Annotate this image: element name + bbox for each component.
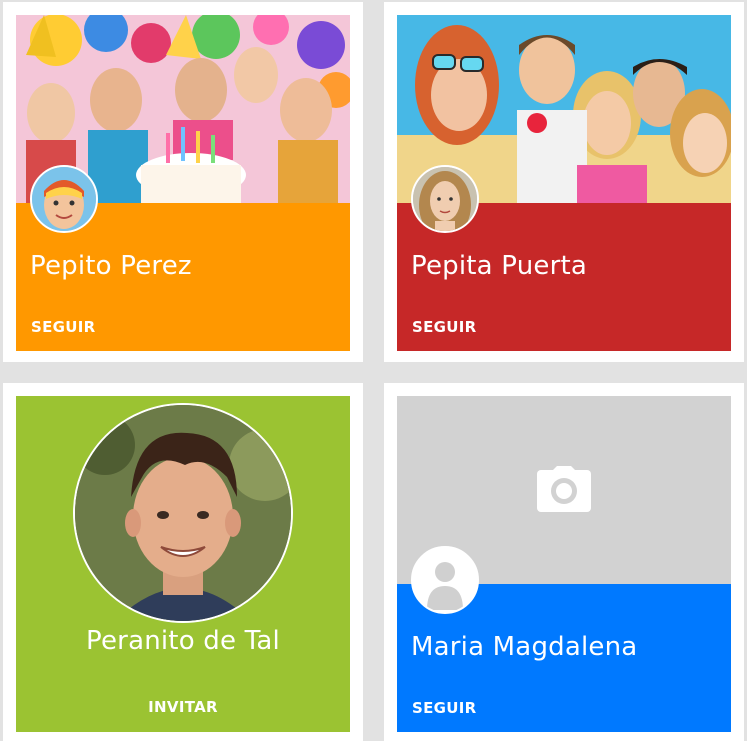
- profile-card-maria: Maria Magdalena SEGUIR: [384, 383, 744, 741]
- avatar[interactable]: [30, 165, 98, 233]
- avatar[interactable]: [411, 546, 479, 614]
- profile-name: Pepita Puerta: [411, 251, 587, 281]
- profile-card-pepita: Pepita Puerta SEGUIR: [384, 2, 744, 362]
- young-man-portrait-avatar: [75, 405, 291, 621]
- profile-card-peranito: Peranito de Tal INVITAR: [3, 383, 363, 741]
- girl-portrait-avatar: [413, 167, 477, 231]
- avatar[interactable]: [411, 165, 479, 233]
- invite-button[interactable]: INVITAR: [16, 698, 350, 716]
- avatar[interactable]: [73, 403, 293, 623]
- card-content: Maria Magdalena SEGUIR: [397, 396, 731, 732]
- default-user-icon: [413, 548, 477, 612]
- boy-face-paint-avatar: [32, 167, 96, 231]
- card-content: Pepita Puerta SEGUIR: [397, 15, 731, 351]
- profile-name: Maria Magdalena: [411, 632, 638, 662]
- follow-button[interactable]: SEGUIR: [412, 318, 476, 336]
- follow-button[interactable]: SEGUIR: [412, 699, 476, 717]
- follow-button[interactable]: SEGUIR: [31, 318, 95, 336]
- camera-icon: [537, 466, 591, 512]
- card-content: Peranito de Tal INVITAR: [16, 396, 350, 732]
- profile-name: Peranito de Tal: [86, 626, 280, 656]
- profile-card-pepito: Pepito Perez SEGUIR: [3, 2, 363, 362]
- card-content: Pepito Perez SEGUIR: [16, 15, 350, 351]
- profile-name: Pepito Perez: [30, 251, 192, 281]
